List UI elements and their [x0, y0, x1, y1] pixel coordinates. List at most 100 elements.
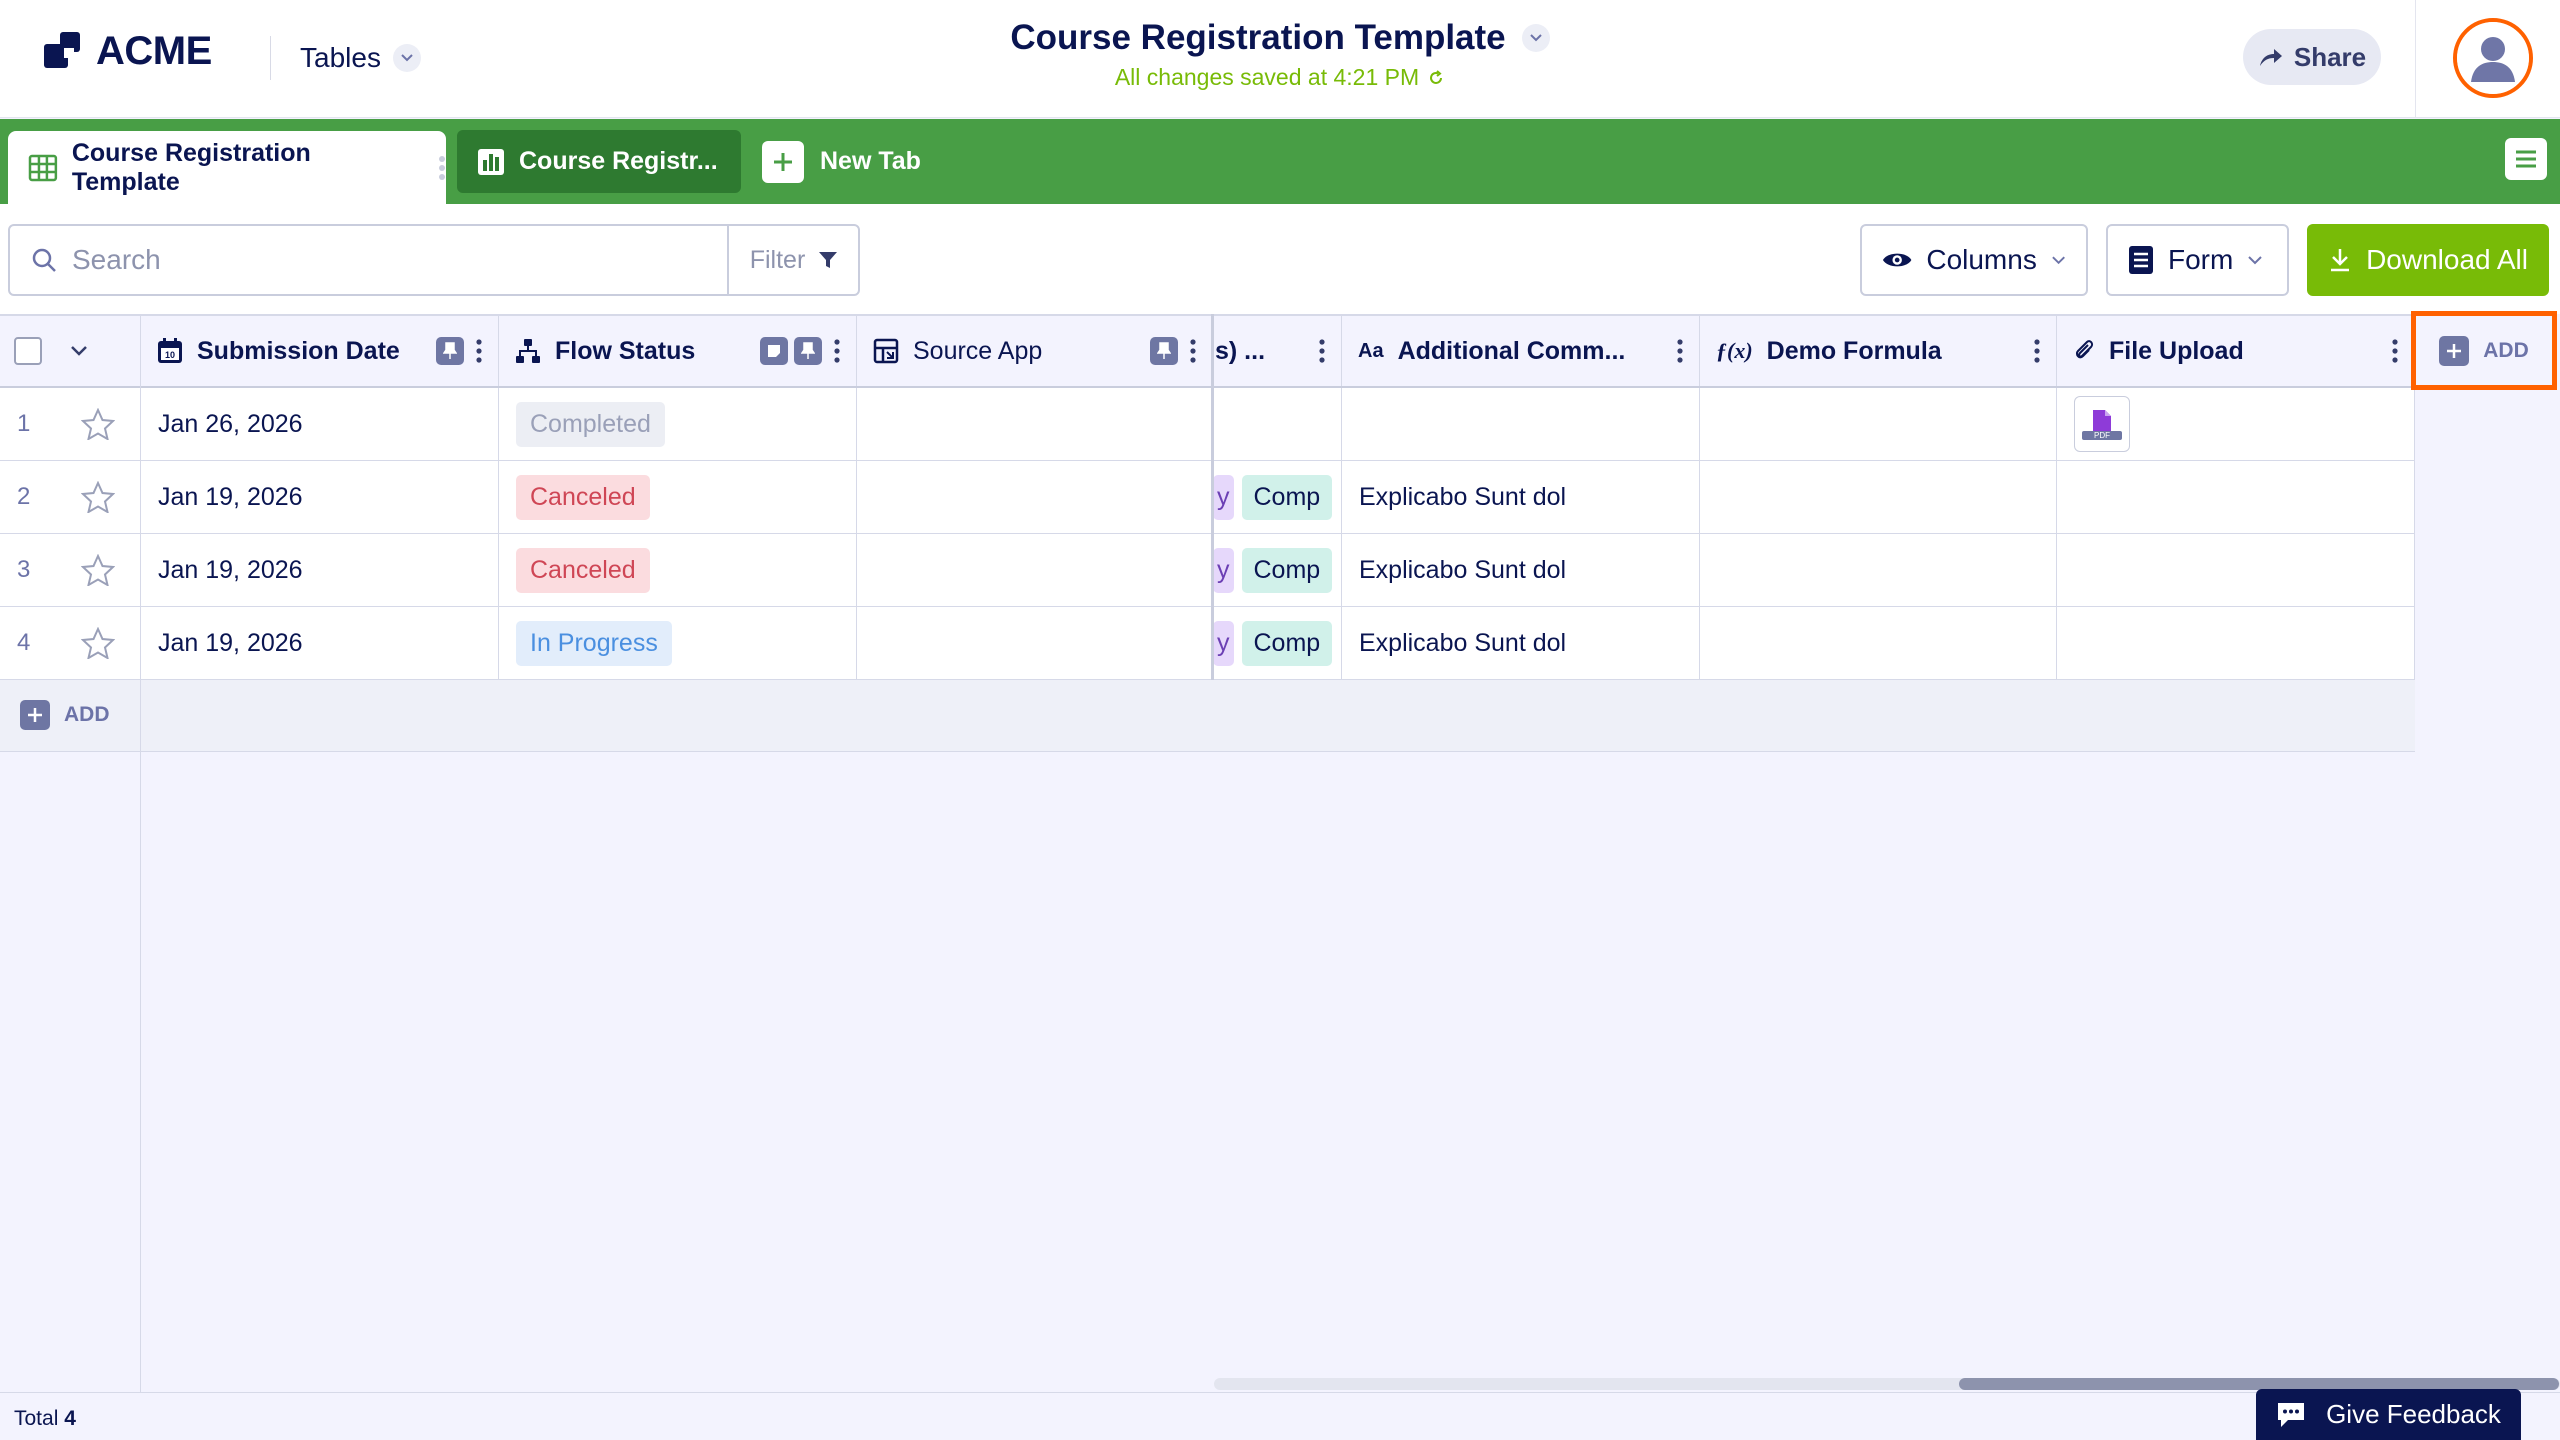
cell-additional-comments[interactable]: Explicabo Sunt dol — [1342, 534, 1700, 606]
cell-submission-date[interactable]: Jan 19, 2026 — [141, 461, 499, 533]
plus-icon — [20, 700, 50, 730]
cell-submission-date[interactable]: Jan 19, 2026 — [141, 607, 499, 679]
cell-flow-status[interactable]: Completed — [499, 388, 857, 460]
cell-source-app[interactable] — [857, 534, 1213, 606]
cell-flow-status[interactable]: Canceled — [499, 534, 857, 606]
column-options-icon[interactable] — [1671, 335, 1689, 367]
cell-additional-comments[interactable]: Explicabo Sunt dol — [1342, 607, 1700, 679]
new-tab-button[interactable]: New Tab — [762, 139, 921, 184]
cell-source-app[interactable] — [857, 461, 1213, 533]
tag-badge: y — [1213, 547, 1234, 593]
column-header-submission-date[interactable]: 10 Submission Date — [141, 316, 499, 386]
cell-demo-formula[interactable] — [1700, 607, 2057, 679]
form-label: Form — [2168, 244, 2234, 275]
column-options-icon[interactable] — [1184, 335, 1202, 367]
pdf-badge: PDF — [2082, 430, 2122, 440]
download-all-button[interactable]: Download All — [2307, 224, 2549, 296]
tab-options-icon[interactable] — [438, 153, 446, 183]
report-chart-icon — [478, 148, 504, 175]
select-all-cell — [0, 316, 141, 386]
table-row[interactable]: 4 Jan 19, 2026 In Progress y Comp Explic… — [0, 607, 2415, 680]
cell-demo-formula[interactable] — [1700, 461, 2057, 533]
download-icon — [2331, 249, 2350, 272]
column-header-demo-formula[interactable]: ƒ(x) Demo Formula — [1700, 316, 2057, 386]
cell-file-upload[interactable] — [2057, 534, 2415, 606]
document-title-button[interactable]: Course Registration Template — [1010, 18, 1550, 58]
svg-text:10: 10 — [165, 350, 175, 360]
pin-icon[interactable] — [1150, 337, 1178, 365]
row-number: 4 — [17, 629, 31, 656]
cell-demo-formula[interactable] — [1700, 388, 2057, 460]
cell-additional-comments[interactable] — [1342, 388, 1700, 460]
cell-file-upload[interactable] — [2057, 461, 2415, 533]
cell-submission-date[interactable]: Jan 26, 2026 — [141, 388, 499, 460]
column-options-icon[interactable] — [470, 335, 488, 367]
hamburger-menu-button[interactable] — [2505, 138, 2547, 180]
chevron-down-icon[interactable] — [70, 345, 88, 357]
cell-additional-comments[interactable]: Explicabo Sunt dol — [1342, 461, 1700, 533]
filter-label: Filter — [749, 245, 806, 274]
select-all-checkbox[interactable] — [14, 337, 42, 365]
pin-icon[interactable] — [794, 337, 822, 365]
row-star[interactable] — [56, 607, 141, 679]
funnel-icon — [819, 252, 838, 268]
tag-badge: Comp — [1241, 474, 1333, 520]
column-options-icon[interactable] — [2386, 335, 2404, 367]
share-label: Share — [2293, 41, 2367, 72]
cell-file-upload[interactable] — [2057, 607, 2415, 679]
column-label: Demo Formula — [1766, 336, 1942, 365]
columns-button[interactable]: Columns — [1860, 224, 2088, 296]
status-badge: Canceled — [516, 474, 650, 520]
cell-submission-date[interactable]: Jan 19, 2026 — [141, 534, 499, 606]
cell-source-app[interactable] — [857, 607, 1213, 679]
tag-badge: y — [1213, 620, 1234, 666]
column-options-icon[interactable] — [2028, 335, 2046, 367]
column-label: File Upload — [2109, 336, 2244, 365]
tab-course-registration-report[interactable]: Course Registr... — [457, 130, 741, 193]
pin-icon[interactable] — [436, 337, 464, 365]
row-number: 1 — [17, 410, 31, 437]
column-label: Source App — [913, 336, 1043, 365]
column-options-icon[interactable] — [828, 335, 846, 367]
refresh-icon — [1430, 69, 1443, 84]
tab-course-registration-table[interactable]: Course Registration Template — [8, 131, 446, 204]
table-row[interactable]: 3 Jan 19, 2026 Canceled y Comp Explicabo… — [0, 534, 2415, 607]
feedback-chat-icon — [2278, 1402, 2305, 1427]
column-header-file-upload[interactable]: File Upload — [2057, 316, 2415, 386]
share-button[interactable]: Share — [2243, 29, 2381, 85]
cell-source-app[interactable] — [857, 388, 1213, 460]
feedback-label: Give Feedback — [2326, 1399, 2501, 1429]
cell-file-upload[interactable]: PDF — [2057, 388, 2415, 460]
column-header-source-app[interactable]: Source App — [857, 316, 1213, 386]
row-star[interactable] — [56, 461, 141, 533]
give-feedback-button[interactable]: Give Feedback — [2256, 1389, 2521, 1440]
add-row-button[interactable]: ADD — [20, 700, 110, 730]
paperclip-icon — [2075, 340, 2094, 359]
pdf-file-icon[interactable]: PDF — [2074, 396, 2130, 452]
form-button[interactable]: Form — [2106, 224, 2289, 296]
cell-partial[interactable] — [1213, 388, 1342, 460]
row-star[interactable] — [56, 388, 141, 460]
cell-demo-formula[interactable] — [1700, 534, 2057, 606]
cell-partial[interactable]: y Comp — [1213, 461, 1342, 533]
cell-flow-status[interactable]: Canceled — [499, 461, 857, 533]
table-row[interactable]: 2 Jan 19, 2026 Canceled y Comp Explicabo… — [0, 461, 2415, 534]
cell-partial[interactable]: y Comp — [1213, 607, 1342, 679]
column-header-flow-status[interactable]: Flow Status — [499, 316, 857, 386]
column-options-icon[interactable] — [1313, 335, 1331, 367]
note-icon[interactable] — [760, 337, 788, 365]
column-label: Submission Date — [197, 336, 400, 365]
search-input[interactable] — [72, 244, 712, 276]
column-header-partial[interactable]: s) ... — [1213, 316, 1342, 386]
status-badge: Canceled — [516, 547, 650, 593]
cell-flow-status[interactable]: In Progress — [499, 607, 857, 679]
filter-button[interactable]: Filter — [727, 226, 860, 294]
table-row[interactable]: 1 Jan 26, 2026 Completed PDF — [0, 388, 2415, 461]
column-label: s) ... — [1215, 336, 1266, 365]
user-avatar[interactable] — [2453, 18, 2533, 98]
cell-partial[interactable]: y Comp — [1213, 534, 1342, 606]
add-column-button[interactable]: ADD — [2411, 311, 2557, 390]
column-header-additional-comments[interactable]: Aa Additional Comm... — [1342, 316, 1700, 386]
frozen-columns-divider[interactable] — [1211, 314, 1214, 680]
row-star[interactable] — [56, 534, 141, 606]
